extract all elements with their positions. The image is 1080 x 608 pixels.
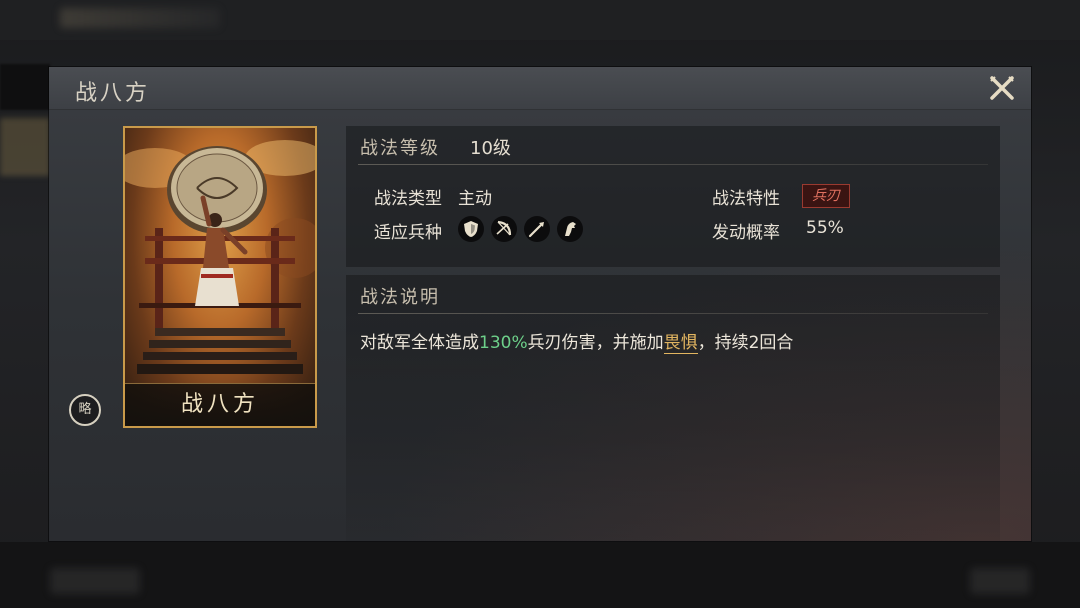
close-icon bbox=[990, 76, 1014, 100]
background-topbar bbox=[0, 0, 1080, 40]
trait-label: 战法特性 bbox=[712, 189, 780, 209]
skill-card-artwork bbox=[125, 140, 315, 374]
description-panel: 战法说明 对敌军全体造成130%兵刃伤害，并施加畏惧，持续2回合 bbox=[346, 275, 1000, 541]
type-value: 主动 bbox=[458, 189, 492, 209]
description-divider bbox=[358, 313, 988, 314]
description-text: 对敌军全体造成130%兵刃伤害，并施加畏惧，持续2回合 bbox=[360, 328, 794, 354]
spear-icon bbox=[528, 222, 544, 238]
dialog-header: 战八方 bbox=[49, 67, 1031, 110]
unit-shield bbox=[458, 216, 484, 242]
background-left-tab bbox=[0, 64, 50, 110]
bow-icon bbox=[496, 220, 512, 236]
description-part1: 对敌军全体造成 bbox=[360, 333, 479, 353]
horse-icon bbox=[565, 222, 576, 236]
units-label: 适应兵种 bbox=[374, 223, 442, 243]
type-label: 战法类型 bbox=[374, 189, 442, 209]
unit-horse bbox=[557, 216, 583, 242]
dialog-title: 战八方 bbox=[75, 81, 151, 106]
rate-label: 发动概率 bbox=[712, 223, 780, 243]
skill-card: 战八方 bbox=[123, 126, 317, 428]
level-label: 战法等级 bbox=[360, 138, 440, 159]
background-bottom-bar bbox=[0, 542, 1080, 608]
panel-divider bbox=[358, 164, 988, 165]
skill-detail-dialog: 战八方 战八方 略 战法等级 10级 战法类型 主动 战法特性 兵刃 适应兵种 … bbox=[49, 67, 1031, 541]
background-title-blur bbox=[60, 8, 220, 28]
status-effect-link[interactable]: 畏惧 bbox=[663, 333, 698, 354]
strategy-badge[interactable]: 略 bbox=[69, 394, 101, 426]
background-left-tab-active bbox=[0, 118, 50, 176]
description-part2: 兵刃伤害，并施加 bbox=[527, 333, 664, 353]
background-bottom-right-button bbox=[970, 568, 1030, 594]
unit-bow bbox=[491, 216, 517, 242]
rate-value: 55% bbox=[806, 218, 844, 238]
shield-icon bbox=[464, 221, 478, 237]
close-button[interactable] bbox=[987, 73, 1017, 103]
skill-card-name: 战八方 bbox=[125, 383, 315, 426]
level-value: 10级 bbox=[470, 138, 511, 159]
background-bottom-left-button bbox=[50, 568, 140, 594]
damage-percent: 130% bbox=[479, 333, 528, 353]
skill-info-panel: 战法等级 10级 战法类型 主动 战法特性 兵刃 适应兵种 发动概率 55% bbox=[346, 126, 1000, 267]
description-title: 战法说明 bbox=[360, 287, 440, 308]
unit-spear bbox=[524, 216, 550, 242]
trait-badge: 兵刃 bbox=[802, 184, 850, 208]
description-part3: ，持续2回合 bbox=[697, 333, 794, 353]
